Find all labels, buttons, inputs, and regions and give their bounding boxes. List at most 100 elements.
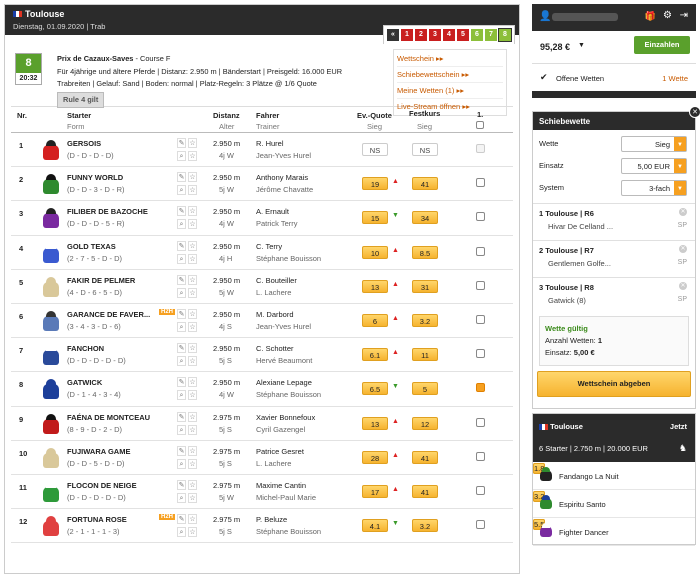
link-meine-wetten[interactable]: Meine Wetten (1) ▸▸ <box>397 83 503 99</box>
ev-odds-button[interactable]: 6 <box>362 313 388 327</box>
search-icon[interactable]: ⌕ <box>177 185 186 196</box>
runner-name[interactable]: FLOCON DE NEIGE <box>67 481 137 490</box>
win-checkbox[interactable] <box>476 280 485 290</box>
edit-icon[interactable]: ✎ <box>177 240 186 251</box>
edit-icon[interactable]: ✎ <box>177 206 186 217</box>
runner-name[interactable]: FUNNY WORLD <box>67 173 123 182</box>
col-age[interactable]: Alter <box>219 122 234 131</box>
ev-odds-button[interactable]: 15 <box>362 211 388 225</box>
ev-odds-button[interactable]: 10 <box>362 245 388 259</box>
balance[interactable]: 95,28 € <box>540 42 570 52</box>
win-checkbox[interactable] <box>476 246 485 256</box>
search-icon[interactable]: ⌕ <box>177 253 186 264</box>
ev-odds-button[interactable]: 28 <box>362 450 388 464</box>
runner-name[interactable]: FILIBER DE BAZOCHE <box>67 207 148 216</box>
star-icon[interactable]: ☆ <box>188 458 197 469</box>
ev-odds-button[interactable]: 6.1 <box>362 348 388 362</box>
bet-type-select[interactable]: Sieg ▼ <box>621 136 687 152</box>
edit-icon[interactable]: ✎ <box>177 172 186 183</box>
fixed-odds-button[interactable]: 41 <box>412 450 438 464</box>
runner-name[interactable]: GERSOIS <box>67 139 101 148</box>
col-distance[interactable]: Distanz <box>213 111 240 120</box>
ev-odds-button[interactable]: 13 <box>362 416 388 430</box>
open-bets-count[interactable]: 1 Wette <box>662 74 688 83</box>
col-starter[interactable]: Starter <box>67 111 91 120</box>
open-bets-row[interactable]: ✔ Offene Wetten 1 Wette <box>532 63 696 91</box>
submit-bet-button[interactable]: Wettschein abgeben <box>537 371 691 397</box>
runner-name[interactable]: GOLD TEXAS <box>67 242 116 251</box>
fixed-odds-button[interactable]: 5 <box>412 382 438 396</box>
star-icon[interactable]: ☆ <box>188 219 197 230</box>
star-icon[interactable]: ☆ <box>188 424 197 435</box>
fixed-odds-button[interactable]: 3.2 <box>412 313 438 327</box>
col-festkurs[interactable]: Festkurs <box>409 109 440 118</box>
star-icon[interactable]: ☆ <box>188 356 197 367</box>
remove-icon[interactable]: ✕ <box>679 208 687 216</box>
runner-name[interactable]: FORTUNA ROSE <box>67 515 127 524</box>
star-icon[interactable]: ☆ <box>188 240 197 251</box>
win-checkbox[interactable] <box>476 212 485 222</box>
fixed-odds-button[interactable]: 41 <box>412 177 438 191</box>
star-icon[interactable]: ☆ <box>188 445 197 456</box>
star-icon[interactable]: ☆ <box>188 151 197 161</box>
stake-select[interactable]: 5,00 EUR ▼ <box>621 158 687 174</box>
edit-icon[interactable]: ✎ <box>177 377 186 388</box>
search-icon[interactable]: ⌕ <box>177 390 186 401</box>
col-driver[interactable]: Fahrer <box>256 111 279 120</box>
star-icon[interactable]: ☆ <box>188 527 197 538</box>
h2h-badge[interactable]: H2H <box>159 308 176 315</box>
runner-name[interactable]: GARANCE DE FAVER... <box>67 310 150 319</box>
star-icon[interactable]: ☆ <box>188 185 197 196</box>
win-checkbox[interactable] <box>476 349 485 359</box>
win-checkbox[interactable] <box>476 417 485 427</box>
star-icon[interactable]: ☆ <box>188 479 197 490</box>
edit-icon[interactable]: ✎ <box>177 411 186 422</box>
star-icon[interactable]: ☆ <box>188 138 197 148</box>
ev-odds-button[interactable]: NS <box>362 143 388 156</box>
win-checkbox[interactable] <box>476 383 485 393</box>
star-icon[interactable]: ☆ <box>188 377 197 388</box>
search-icon[interactable]: ⌕ <box>177 321 186 332</box>
star-icon[interactable]: ☆ <box>188 343 197 354</box>
search-icon[interactable]: ⌕ <box>177 151 186 161</box>
user-icon[interactable]: 👤 <box>539 11 551 22</box>
runner-name[interactable]: FUJIWARA GAME <box>67 447 130 456</box>
edit-icon[interactable]: ✎ <box>177 343 186 354</box>
runner-name[interactable]: FANCHON <box>67 344 104 353</box>
edit-icon[interactable]: ✎ <box>177 308 186 319</box>
system-select[interactable]: 3-fach ▼ <box>621 180 687 196</box>
deposit-button[interactable]: Einzahlen <box>634 36 690 54</box>
fixed-odds-button[interactable]: 31 <box>412 279 438 293</box>
win-checkbox[interactable] <box>476 314 485 324</box>
star-icon[interactable]: ☆ <box>188 253 197 264</box>
link-wettschein[interactable]: Wettschein ▸▸ <box>397 51 503 67</box>
star-icon[interactable]: ☆ <box>188 492 197 503</box>
search-icon[interactable]: ⌕ <box>177 492 186 503</box>
close-icon[interactable]: ✕ <box>689 106 700 118</box>
logout-icon[interactable]: ⇥ <box>680 10 688 21</box>
edit-icon[interactable]: ✎ <box>177 479 186 490</box>
search-icon[interactable]: ⌕ <box>177 527 186 538</box>
win-checkbox[interactable] <box>476 451 485 461</box>
star-icon[interactable]: ☆ <box>188 172 197 183</box>
star-icon[interactable]: ☆ <box>188 390 197 401</box>
search-icon[interactable]: ⌕ <box>177 287 186 298</box>
fixed-odds-button[interactable]: 41 <box>412 484 438 498</box>
win-checkbox[interactable] <box>476 520 485 530</box>
col-nr[interactable]: Nr. <box>17 111 27 120</box>
star-icon[interactable]: ☆ <box>188 514 197 525</box>
win-checkbox[interactable] <box>476 178 485 188</box>
runner-name[interactable]: GATWICK <box>67 378 102 387</box>
fixed-odds-button[interactable]: 34 <box>412 211 438 225</box>
edit-icon[interactable]: ✎ <box>177 445 186 456</box>
h2h-badge[interactable]: H2H <box>159 514 176 521</box>
star-icon[interactable]: ☆ <box>188 321 197 332</box>
ev-odds-button[interactable]: 19 <box>362 177 388 191</box>
star-icon[interactable]: ☆ <box>188 274 197 285</box>
edit-icon[interactable]: ✎ <box>177 138 186 148</box>
gear-icon[interactable]: ⚙ <box>663 10 672 21</box>
gift-icon[interactable]: 🎁 <box>645 11 656 22</box>
ev-odds-button[interactable]: 4.1 <box>362 519 388 533</box>
star-icon[interactable]: ☆ <box>188 308 197 319</box>
win-checkbox[interactable] <box>476 485 485 495</box>
